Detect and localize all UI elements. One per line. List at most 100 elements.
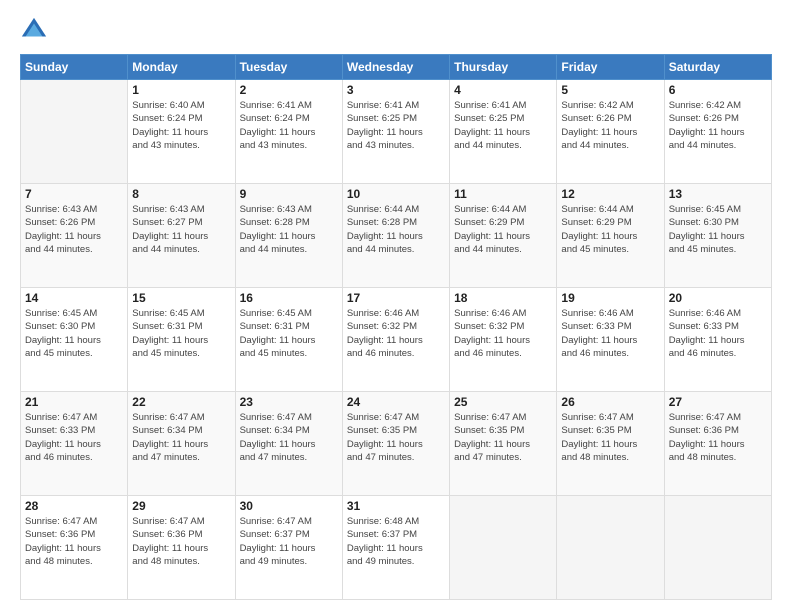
day-number: 23 (240, 395, 338, 409)
calendar-header-wednesday: Wednesday (342, 55, 449, 80)
calendar-cell: 25 Sunrise: 6:47 AMSunset: 6:35 PMDayligh… (450, 392, 557, 496)
day-number: 11 (454, 187, 552, 201)
calendar-cell: 19 Sunrise: 6:46 AMSunset: 6:33 PMDayligh… (557, 288, 664, 392)
day-number: 10 (347, 187, 445, 201)
calendar-header-monday: Monday (128, 55, 235, 80)
calendar-cell: 1 Sunrise: 6:40 AMSunset: 6:24 PMDaylight… (128, 80, 235, 184)
day-number: 29 (132, 499, 230, 513)
day-info: Sunrise: 6:41 AMSunset: 6:25 PMDaylight:… (454, 99, 552, 152)
day-info: Sunrise: 6:41 AMSunset: 6:24 PMDaylight:… (240, 99, 338, 152)
calendar-cell: 16 Sunrise: 6:45 AMSunset: 6:31 PMDayligh… (235, 288, 342, 392)
calendar-week-row: 7Sunrise: 6:43 AMSunset: 6:26 PMDaylight… (21, 184, 772, 288)
calendar-header-thursday: Thursday (450, 55, 557, 80)
day-number: 13 (669, 187, 767, 201)
calendar-cell: 31 Sunrise: 6:48 AMSunset: 6:37 PMDayligh… (342, 496, 449, 600)
calendar-cell: 24 Sunrise: 6:47 AMSunset: 6:35 PMDayligh… (342, 392, 449, 496)
day-info: Sunrise: 6:47 AMSunset: 6:37 PMDaylight:… (240, 515, 338, 568)
day-info: Sunrise: 6:46 AMSunset: 6:32 PMDaylight:… (347, 307, 445, 360)
calendar-cell: 21 Sunrise: 6:47 AMSunset: 6:33 PMDayligh… (21, 392, 128, 496)
day-info: Sunrise: 6:46 AMSunset: 6:33 PMDaylight:… (561, 307, 659, 360)
calendar-header-sunday: Sunday (21, 55, 128, 80)
day-info: Sunrise: 6:47 AMSunset: 6:35 PMDaylight:… (454, 411, 552, 464)
day-info: Sunrise: 6:43 AMSunset: 6:26 PMDaylight:… (25, 203, 123, 256)
calendar-cell: 13 Sunrise: 6:45 AMSunset: 6:30 PMDayligh… (664, 184, 771, 288)
day-number: 30 (240, 499, 338, 513)
day-info: Sunrise: 6:41 AMSunset: 6:25 PMDaylight:… (347, 99, 445, 152)
logo-icon (20, 16, 48, 44)
calendar-cell: 28Sunrise: 6:47 AMSunset: 6:36 PMDayligh… (21, 496, 128, 600)
day-info: Sunrise: 6:43 AMSunset: 6:27 PMDaylight:… (132, 203, 230, 256)
day-info: Sunrise: 6:47 AMSunset: 6:36 PMDaylight:… (669, 411, 767, 464)
calendar-cell: 2Sunrise: 6:41 AMSunset: 6:24 PMDaylight… (235, 80, 342, 184)
calendar-header-row: SundayMondayTuesdayWednesdayThursdayFrid… (21, 55, 772, 80)
calendar-cell: 20 Sunrise: 6:46 AMSunset: 6:33 PMDayligh… (664, 288, 771, 392)
day-number: 20 (669, 291, 767, 305)
header (20, 16, 772, 44)
calendar-cell: 8 Sunrise: 6:43 AMSunset: 6:27 PMDaylight… (128, 184, 235, 288)
day-number: 1 (132, 83, 230, 97)
day-info: Sunrise: 6:44 AMSunset: 6:29 PMDaylight:… (561, 203, 659, 256)
calendar-cell: 5Sunrise: 6:42 AMSunset: 6:26 PMDaylight… (557, 80, 664, 184)
calendar-week-row: 14Sunrise: 6:45 AMSunset: 6:30 PMDayligh… (21, 288, 772, 392)
calendar-cell: 15Sunrise: 6:45 AMSunset: 6:31 PMDayligh… (128, 288, 235, 392)
day-number: 22 (132, 395, 230, 409)
day-info: Sunrise: 6:45 AMSunset: 6:30 PMDaylight:… (669, 203, 767, 256)
day-info: Sunrise: 6:40 AMSunset: 6:24 PMDaylight:… (132, 99, 230, 152)
calendar-cell: 7Sunrise: 6:43 AMSunset: 6:26 PMDaylight… (21, 184, 128, 288)
calendar-cell (450, 496, 557, 600)
day-info: Sunrise: 6:42 AMSunset: 6:26 PMDaylight:… (669, 99, 767, 152)
day-number: 18 (454, 291, 552, 305)
day-info: Sunrise: 6:47 AMSunset: 6:34 PMDaylight:… (240, 411, 338, 464)
calendar-week-row: 21 Sunrise: 6:47 AMSunset: 6:33 PMDayligh… (21, 392, 772, 496)
calendar-header-tuesday: Tuesday (235, 55, 342, 80)
day-info: Sunrise: 6:48 AMSunset: 6:37 PMDaylight:… (347, 515, 445, 568)
calendar-cell: 4 Sunrise: 6:41 AMSunset: 6:25 PMDaylight… (450, 80, 557, 184)
calendar-table: SundayMondayTuesdayWednesdayThursdayFrid… (20, 54, 772, 600)
calendar-cell: 11Sunrise: 6:44 AMSunset: 6:29 PMDayligh… (450, 184, 557, 288)
day-info: Sunrise: 6:47 AMSunset: 6:35 PMDaylight:… (347, 411, 445, 464)
day-number: 12 (561, 187, 659, 201)
calendar-cell: 22 Sunrise: 6:47 AMSunset: 6:34 PMDayligh… (128, 392, 235, 496)
calendar-cell: 9 Sunrise: 6:43 AMSunset: 6:28 PMDaylight… (235, 184, 342, 288)
calendar-cell: 17 Sunrise: 6:46 AMSunset: 6:32 PMDayligh… (342, 288, 449, 392)
day-info: Sunrise: 6:47 AMSunset: 6:34 PMDaylight:… (132, 411, 230, 464)
day-info: Sunrise: 6:45 AMSunset: 6:31 PMDaylight:… (240, 307, 338, 360)
calendar-week-row: 1 Sunrise: 6:40 AMSunset: 6:24 PMDaylight… (21, 80, 772, 184)
day-number: 17 (347, 291, 445, 305)
calendar-week-row: 28 Sunrise: 6:47 AMSunset: 6:36 PMDayligh… (21, 496, 772, 600)
calendar-cell (21, 80, 128, 184)
logo (20, 16, 52, 44)
day-number: 8 (132, 187, 230, 201)
calendar-cell: 26Sunrise: 6:47 AMSunset: 6:35 PMDayligh… (557, 392, 664, 496)
day-info: Sunrise: 6:47 AMSunset: 6:33 PMDaylight:… (25, 411, 123, 464)
calendar-header-friday: Friday (557, 55, 664, 80)
day-info: Sunrise: 6:45 AMSunset: 6:31 PMDaylight:… (132, 307, 230, 360)
day-info: Sunrise: 6:47 AMSunset: 6:35 PMDaylight:… (561, 411, 659, 464)
calendar-cell: 18 Sunrise: 6:46 AMSunset: 6:32 PMDayligh… (450, 288, 557, 392)
day-info: Sunrise: 6:45 AMSunset: 6:30 PMDaylight:… (25, 307, 123, 360)
day-number: 21 (25, 395, 123, 409)
day-info: Sunrise: 6:46 AMSunset: 6:32 PMDaylight:… (454, 307, 552, 360)
day-number: 24 (347, 395, 445, 409)
day-number: 4 (454, 83, 552, 97)
calendar-cell: 3 Sunrise: 6:41 AMSunset: 6:25 PMDaylight… (342, 80, 449, 184)
day-number: 31 (347, 499, 445, 513)
calendar-cell: 30 Sunrise: 6:47 AMSunset: 6:37 PMDayligh… (235, 496, 342, 600)
day-number: 6 (669, 83, 767, 97)
day-info: Sunrise: 6:44 AMSunset: 6:28 PMDaylight:… (347, 203, 445, 256)
day-info: Sunrise: 6:43 AMSunset: 6:28 PMDaylight:… (240, 203, 338, 256)
day-info: Sunrise: 6:46 AMSunset: 6:33 PMDaylight:… (669, 307, 767, 360)
day-number: 28 (25, 499, 123, 513)
calendar-cell: 29 Sunrise: 6:47 AMSunset: 6:36 PMDayligh… (128, 496, 235, 600)
day-number: 3 (347, 83, 445, 97)
day-number: 16 (240, 291, 338, 305)
calendar-header-saturday: Saturday (664, 55, 771, 80)
calendar-cell: 14Sunrise: 6:45 AMSunset: 6:30 PMDayligh… (21, 288, 128, 392)
calendar-cell: 27 Sunrise: 6:47 AMSunset: 6:36 PMDayligh… (664, 392, 771, 496)
day-number: 25 (454, 395, 552, 409)
day-number: 27 (669, 395, 767, 409)
day-number: 9 (240, 187, 338, 201)
calendar-cell: 10 Sunrise: 6:44 AMSunset: 6:28 PMDayligh… (342, 184, 449, 288)
day-number: 19 (561, 291, 659, 305)
day-info: Sunrise: 6:47 AMSunset: 6:36 PMDaylight:… (132, 515, 230, 568)
